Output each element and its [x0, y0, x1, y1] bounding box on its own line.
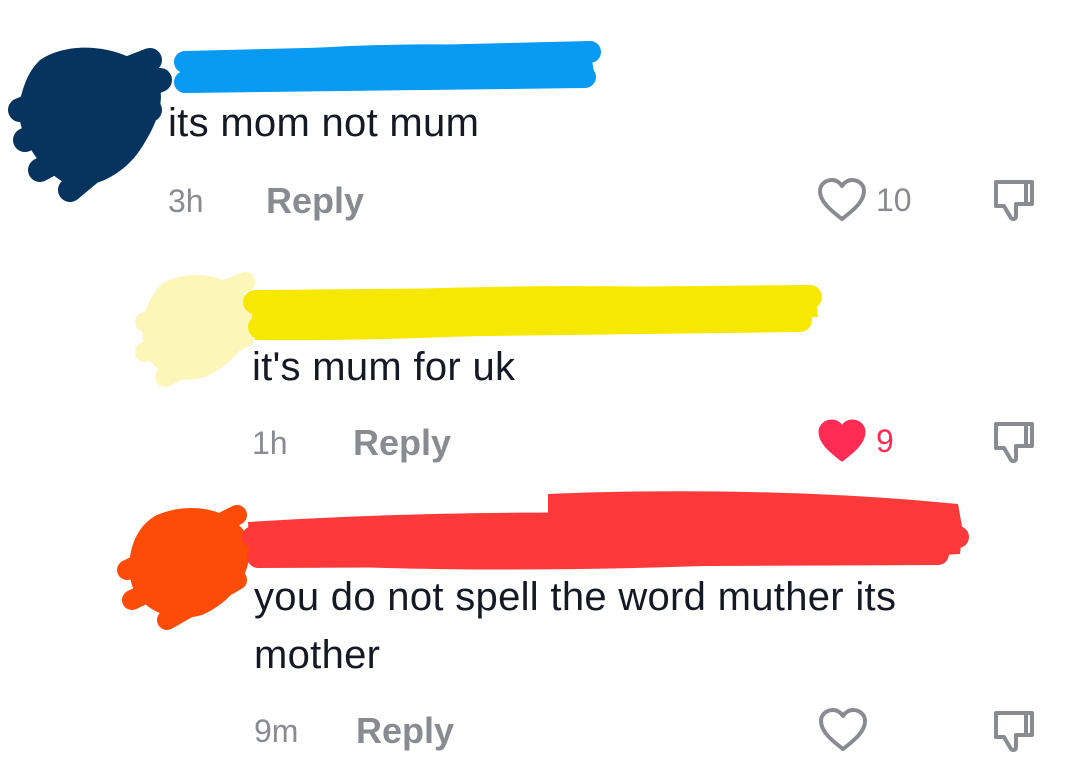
- thumbs-down-icon[interactable]: [990, 709, 1038, 755]
- comment-3: you do not spell the word muther its mot…: [0, 0, 1080, 766]
- username-redaction-scribble: [242, 491, 969, 570]
- comment-timestamp: 9m: [254, 713, 299, 749]
- heart-icon[interactable]: [818, 707, 868, 753]
- comment-text: you do not spell the word muther its mot…: [254, 575, 897, 677]
- reply-button[interactable]: Reply: [356, 710, 454, 752]
